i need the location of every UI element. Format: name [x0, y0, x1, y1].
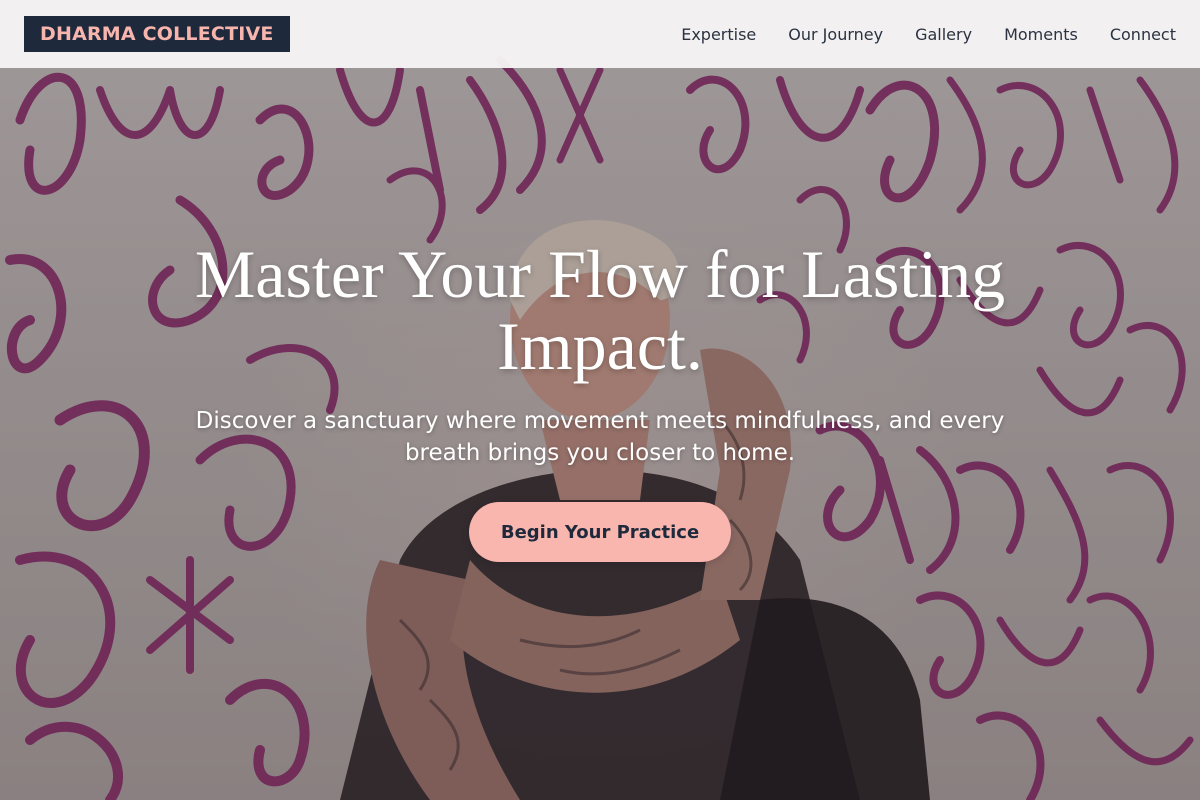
hero-section: Master Your Flow for Lasting Impact. Dis… — [0, 0, 1200, 800]
site-header: DHARMA COLLECTIVE Expertise Our Journey … — [0, 0, 1200, 68]
landing-page: DHARMA COLLECTIVE Expertise Our Journey … — [0, 0, 1200, 800]
begin-practice-button[interactable]: Begin Your Practice — [469, 502, 731, 562]
hero-title: Master Your Flow for Lasting Impact. — [194, 236, 1006, 384]
nav-link-moments[interactable]: Moments — [1004, 25, 1078, 44]
brand-logo[interactable]: DHARMA COLLECTIVE — [24, 16, 290, 52]
nav-link-expertise[interactable]: Expertise — [681, 25, 756, 44]
nav-link-gallery[interactable]: Gallery — [915, 25, 972, 44]
main-nav: Expertise Our Journey Gallery Moments Co… — [681, 25, 1176, 44]
hero-subtitle: Discover a sanctuary where movement meet… — [195, 408, 1005, 466]
nav-link-our-journey[interactable]: Our Journey — [788, 25, 883, 44]
nav-link-connect[interactable]: Connect — [1110, 25, 1176, 44]
